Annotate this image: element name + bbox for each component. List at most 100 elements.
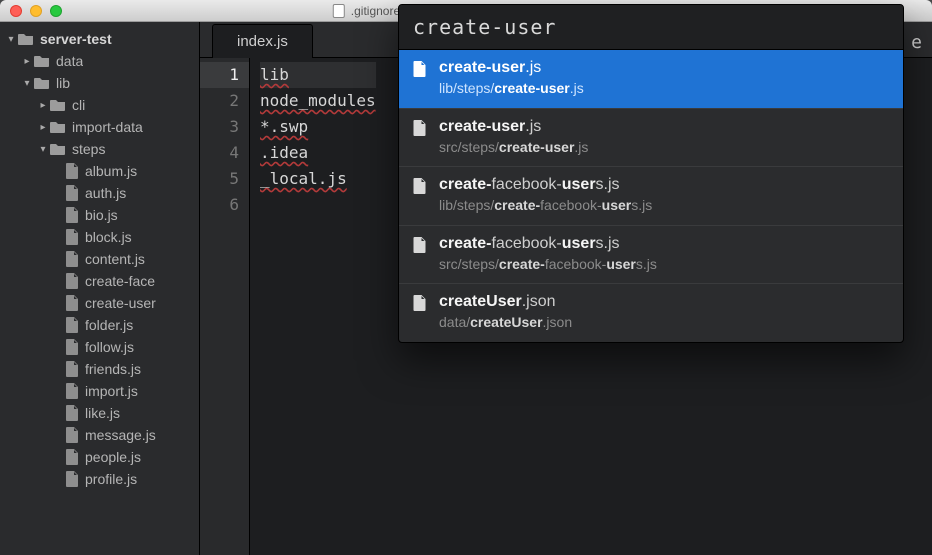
file-icon bbox=[66, 405, 79, 421]
minimize-window-button[interactable] bbox=[30, 5, 42, 17]
tree-folder[interactable]: ▸ cli bbox=[0, 94, 199, 116]
file-icon bbox=[413, 175, 429, 215]
tree-item-label: album.js bbox=[85, 163, 137, 179]
tree-item-label: cli bbox=[72, 97, 85, 113]
tree-item-label: folder.js bbox=[85, 317, 133, 333]
obscured-tab-fragment: e bbox=[911, 32, 922, 53]
fuzzy-finder-result[interactable]: create-user.js lib/steps/create-user.js bbox=[399, 50, 903, 109]
result-title: create-facebook-users.js bbox=[439, 234, 657, 254]
tree-item-label: content.js bbox=[85, 251, 145, 267]
file-tree-sidebar[interactable]: ▾ server-test ▸data▾lib▸cli▸import-data▾… bbox=[0, 22, 200, 555]
code-content[interactable]: libnode_modules*.swp.idea_local.js bbox=[250, 58, 376, 555]
caret-down-icon: ▾ bbox=[38, 144, 48, 155]
tree-file[interactable]: follow.js bbox=[0, 336, 199, 358]
tree-item-label: import.js bbox=[85, 383, 138, 399]
tree-item-label: block.js bbox=[85, 229, 132, 245]
fuzzy-finder-result[interactable]: create-facebook-users.js lib/steps/create… bbox=[399, 167, 903, 226]
tree-file[interactable]: people.js bbox=[0, 446, 199, 468]
result-title: create-user.js bbox=[439, 58, 584, 78]
line-number: 6 bbox=[200, 192, 239, 218]
caret-right-icon: ▸ bbox=[38, 122, 48, 133]
tree-file[interactable]: import.js bbox=[0, 380, 199, 402]
close-window-button[interactable] bbox=[10, 5, 22, 17]
zoom-window-button[interactable] bbox=[50, 5, 62, 17]
result-title: createUser.json bbox=[439, 292, 572, 312]
result-path: src/steps/create-facebook-users.js bbox=[439, 256, 657, 274]
tree-folder[interactable]: ▾ lib bbox=[0, 72, 199, 94]
tree-item-label: profile.js bbox=[85, 471, 137, 487]
tree-folder[interactable]: ▸import-data bbox=[0, 116, 199, 138]
line-number: 5 bbox=[200, 166, 239, 192]
tree-file[interactable]: album.js bbox=[0, 160, 199, 182]
tree-file[interactable]: auth.js bbox=[0, 182, 199, 204]
file-icon bbox=[66, 361, 79, 377]
tree-file[interactable]: create-face bbox=[0, 270, 199, 292]
tree-item-label: people.js bbox=[85, 449, 141, 465]
file-icon bbox=[66, 207, 79, 223]
code-line[interactable]: node_modules bbox=[260, 88, 376, 114]
tree-item-label: steps bbox=[72, 141, 105, 157]
file-icon bbox=[413, 292, 429, 332]
folder-icon bbox=[34, 54, 50, 68]
tree-item-label: lib bbox=[56, 75, 70, 91]
tree-file[interactable]: friends.js bbox=[0, 358, 199, 380]
result-path: src/steps/create-user.js bbox=[439, 139, 588, 157]
file-icon bbox=[66, 339, 79, 355]
tree-item-label: follow.js bbox=[85, 339, 134, 355]
tree-file[interactable]: folder.js bbox=[0, 314, 199, 336]
fuzzy-finder-result[interactable]: createUser.json data/createUser.json bbox=[399, 284, 903, 342]
file-icon bbox=[66, 273, 79, 289]
file-icon bbox=[66, 295, 79, 311]
code-line[interactable]: lib bbox=[260, 62, 376, 88]
tree-file[interactable]: block.js bbox=[0, 226, 199, 248]
fuzzy-finder-palette: create-user.jslib/steps/create-user.jscr… bbox=[398, 4, 904, 343]
file-icon bbox=[66, 471, 79, 487]
fuzzy-finder-result[interactable]: create-user.js src/steps/create-user.js bbox=[399, 109, 903, 168]
result-path: lib/steps/create-user.js bbox=[439, 80, 584, 98]
tree-folder[interactable]: ▸ data bbox=[0, 50, 199, 72]
tree-item-label: create-user bbox=[85, 295, 156, 311]
code-line[interactable]: .idea bbox=[260, 140, 376, 166]
code-line[interactable]: *.swp bbox=[260, 114, 376, 140]
caret-right-icon: ▸ bbox=[38, 100, 48, 111]
tree-item-label: data bbox=[56, 53, 83, 69]
result-path: data/createUser.json bbox=[439, 314, 572, 332]
traffic-lights bbox=[0, 5, 62, 17]
file-icon bbox=[413, 117, 429, 157]
tree-item-label: auth.js bbox=[85, 185, 126, 201]
file-icon bbox=[66, 449, 79, 465]
file-icon bbox=[66, 317, 79, 333]
result-title: create-facebook-users.js bbox=[439, 175, 652, 195]
file-icon bbox=[66, 427, 79, 443]
tree-file[interactable]: message.js bbox=[0, 424, 199, 446]
document-icon bbox=[333, 4, 345, 18]
caret-right-icon: ▸ bbox=[22, 56, 32, 67]
line-number: 1 bbox=[200, 62, 249, 88]
tree-item-label: bio.js bbox=[85, 207, 118, 223]
file-icon bbox=[66, 251, 79, 267]
code-line[interactable]: _local.js bbox=[260, 166, 376, 192]
folder-icon bbox=[50, 142, 66, 156]
result-title: create-user.js bbox=[439, 117, 588, 137]
folder-icon bbox=[34, 76, 50, 90]
fuzzy-finder-input[interactable] bbox=[399, 5, 903, 50]
fuzzy-finder-result[interactable]: create-facebook-users.js src/steps/create… bbox=[399, 226, 903, 285]
tree-root-label: server-test bbox=[40, 31, 112, 47]
tree-file[interactable]: like.js bbox=[0, 402, 199, 424]
caret-down-icon: ▾ bbox=[22, 78, 32, 89]
result-path: lib/steps/create-facebook-users.js bbox=[439, 197, 652, 215]
folder-icon bbox=[50, 120, 66, 134]
tree-file[interactable]: create-user bbox=[0, 292, 199, 314]
tree-folder[interactable]: ▾ steps bbox=[0, 138, 199, 160]
tree-file[interactable]: profile.js bbox=[0, 468, 199, 490]
tree-file[interactable]: bio.js bbox=[0, 204, 199, 226]
folder-icon bbox=[50, 98, 66, 112]
file-icon bbox=[66, 163, 79, 179]
tree-root[interactable]: ▾ server-test bbox=[0, 28, 199, 50]
tree-item-label: friends.js bbox=[85, 361, 141, 377]
folder-icon bbox=[18, 32, 34, 46]
tab-index-js[interactable]: index.js bbox=[212, 24, 313, 58]
line-number: 3 bbox=[200, 114, 239, 140]
tree-file[interactable]: content.js bbox=[0, 248, 199, 270]
file-icon bbox=[66, 185, 79, 201]
